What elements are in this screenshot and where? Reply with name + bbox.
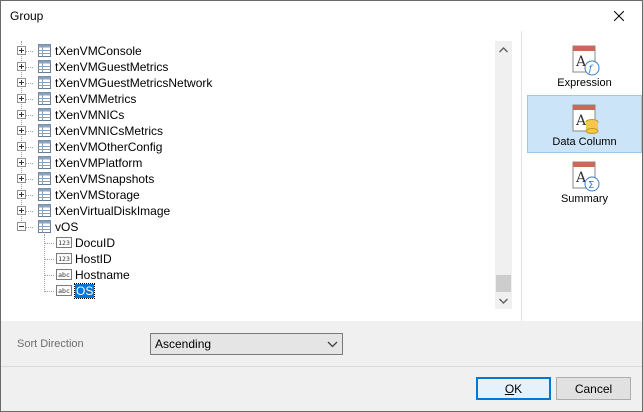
tree-field-node[interactable]: OS — [73, 283, 96, 299]
title-bar: Group — [1, 1, 642, 31]
numeric-field-icon: 123 — [56, 237, 72, 248]
scroll-up-arrow[interactable] — [495, 41, 512, 58]
expand-icon[interactable] — [17, 142, 26, 151]
tree-connector-line — [44, 291, 54, 292]
tree-field-node[interactable]: DocuID — [75, 236, 115, 250]
tree-connector-line — [44, 275, 54, 276]
tree-connector-line — [44, 243, 54, 244]
svg-text:A: A — [575, 113, 587, 129]
sort-direction-row: Sort Direction Ascending — [1, 321, 642, 366]
chevron-up-icon — [499, 46, 508, 52]
expand-icon[interactable] — [17, 94, 26, 103]
text-field-icon: abc — [56, 285, 72, 296]
tree-table-node[interactable]: tXenVMOtherConfig — [55, 140, 162, 154]
data-column-icon: A — [572, 104, 598, 134]
tree-table-node[interactable]: tXenVMGuestMetricsNetwork — [55, 76, 212, 90]
summary-label: Summary — [560, 193, 609, 205]
footer-divider — [1, 366, 642, 367]
cancel-button[interactable]: Cancel — [556, 377, 631, 400]
numeric-field-icon: 123 — [56, 253, 72, 264]
svg-text:abc: abc — [58, 271, 70, 279]
close-icon — [614, 11, 624, 21]
tree-table-node[interactable]: tXenVMConsole — [55, 44, 142, 58]
table-icon — [38, 76, 51, 89]
content-area: tXenVMConsole tXenVMGuestMetrics tXenVMGue… — [1, 31, 642, 321]
table-icon — [38, 92, 51, 105]
summary-icon: A Σ — [572, 161, 599, 192]
svg-text:123: 123 — [58, 255, 70, 263]
table-icon — [38, 124, 51, 137]
group-dialog: Group tXenVMConsole tXenVMGuestMetrics tXe… — [0, 0, 643, 412]
tree-table-node[interactable]: tXenVMGuestMetrics — [55, 60, 168, 74]
ok-button[interactable]: OK — [476, 377, 551, 400]
tree-vertical-scrollbar[interactable] — [495, 41, 512, 309]
tree-field-node[interactable]: Hostname — [75, 268, 130, 282]
scroll-thumb[interactable] — [496, 275, 511, 292]
expand-icon[interactable] — [17, 110, 26, 119]
svg-text:abc: abc — [58, 287, 70, 295]
svg-text:Σ: Σ — [588, 180, 594, 191]
tree-field-node[interactable]: HostID — [75, 252, 112, 266]
expression-icon: A f — [572, 45, 599, 76]
expression-label: Expression — [557, 77, 612, 89]
table-icon — [38, 172, 51, 185]
chevron-down-icon — [499, 298, 508, 304]
table-icon — [38, 188, 51, 201]
field-tree[interactable]: tXenVMConsole tXenVMGuestMetrics tXenVMGue… — [13, 41, 491, 309]
svg-text:123: 123 — [58, 239, 70, 247]
expand-icon[interactable] — [17, 62, 26, 71]
sort-direction-select[interactable]: Ascending — [150, 333, 343, 355]
summary-button[interactable]: A Σ Summary — [527, 153, 642, 211]
cancel-label: Cancel — [574, 381, 613, 396]
expand-icon[interactable] — [17, 78, 26, 87]
ok-label: OK — [504, 381, 523, 396]
expand-icon[interactable] — [17, 46, 26, 55]
text-field-icon: abc — [56, 269, 72, 280]
table-icon — [38, 204, 51, 217]
close-button[interactable] — [596, 1, 642, 31]
tree-table-node[interactable]: tXenVMSnapshots — [55, 172, 154, 186]
expand-icon[interactable] — [17, 158, 26, 167]
panel-divider — [521, 31, 522, 321]
collapse-icon[interactable] — [17, 222, 26, 231]
expand-icon[interactable] — [17, 190, 26, 199]
expand-icon[interactable] — [17, 126, 26, 135]
table-icon — [38, 156, 51, 169]
expand-icon[interactable] — [17, 206, 26, 215]
data-column-button[interactable]: A Data Column — [527, 95, 642, 153]
table-icon — [38, 44, 51, 57]
tree-table-node[interactable]: tXenVMPlatform — [55, 156, 142, 170]
expand-icon[interactable] — [17, 174, 26, 183]
table-icon — [38, 220, 51, 233]
tree-table-node[interactable]: tXenVirtualDiskImage — [55, 204, 170, 218]
sort-direction-value: Ascending — [155, 337, 212, 351]
expression-button[interactable]: A f Expression — [527, 37, 642, 95]
tree-table-node[interactable]: tXenVMNICs — [55, 108, 124, 122]
data-column-label: Data Column — [552, 136, 617, 148]
tree-connector-line — [44, 259, 54, 260]
scroll-down-arrow[interactable] — [495, 292, 512, 309]
tree-table-node[interactable]: tXenVMMetrics — [55, 92, 136, 106]
sort-direction-label: Sort Direction — [17, 338, 84, 350]
table-icon — [38, 140, 51, 153]
dialog-title: Group — [10, 9, 44, 23]
table-icon — [38, 108, 51, 121]
chevron-down-icon — [327, 341, 338, 348]
tree-table-node-expanded[interactable]: vOS — [55, 220, 78, 234]
tree-table-node[interactable]: tXenVMStorage — [55, 188, 140, 202]
table-icon — [38, 60, 51, 73]
tree-table-node[interactable]: tXenVMNICsMetrics — [55, 124, 163, 138]
